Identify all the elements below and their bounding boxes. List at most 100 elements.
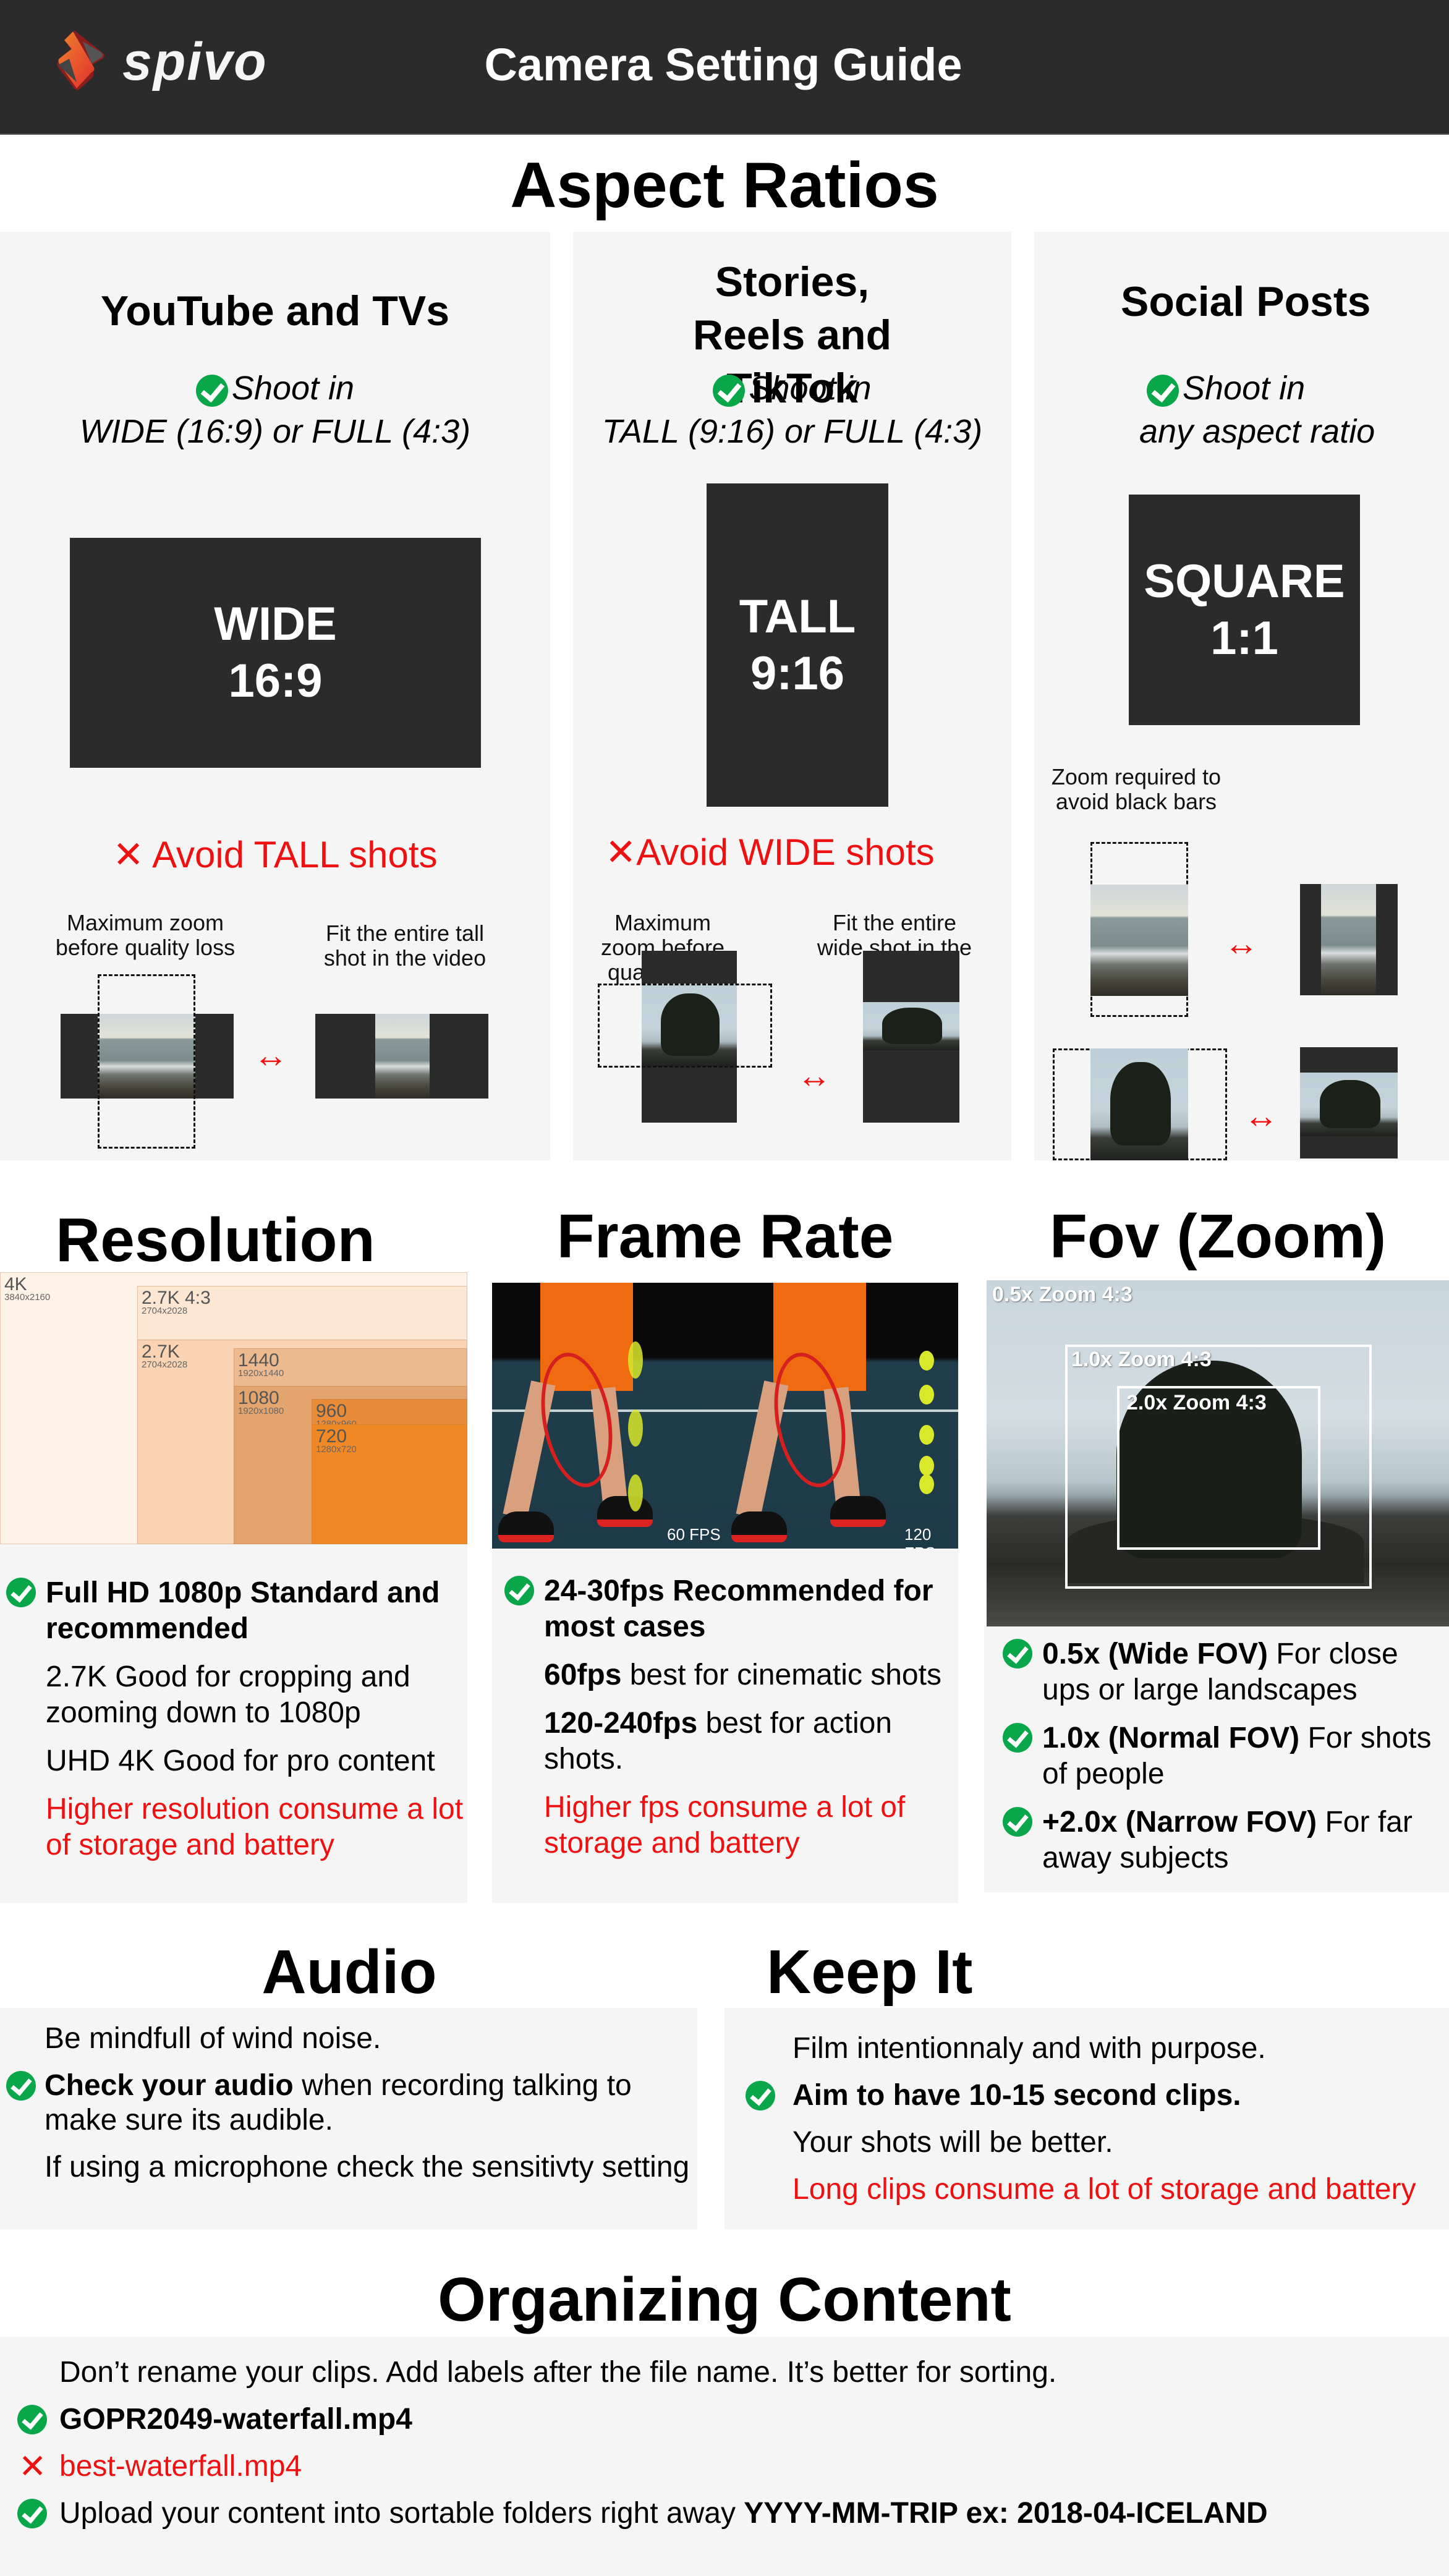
list-item: 0.5x (Wide FOV) For close ups or large l… bbox=[996, 1636, 1448, 1708]
fov-image: 0.5x Zoom 4:3 1.0x Zoom 4:3 2.0x Zoom 4:… bbox=[987, 1280, 1449, 1626]
island-photo bbox=[1300, 1073, 1398, 1136]
x-icon: ✕ bbox=[19, 2448, 47, 2485]
fps-label-120: 120 FPS bbox=[904, 1525, 936, 1549]
upload-tip: Upload your content into sortable folder… bbox=[0, 2496, 1449, 2531]
resolution-notes-panel: Full HD 1080p Standard and recommended 2… bbox=[0, 1544, 467, 1903]
check-icon bbox=[17, 2499, 47, 2528]
fov-label-1x: 1.0x Zoom 4:3 bbox=[1071, 1348, 1212, 1371]
panel-title: Social Posts bbox=[1121, 278, 1371, 325]
section-title-organizing: Organizing Content bbox=[438, 2265, 1011, 2334]
list-item: Be mindfull of wind noise. bbox=[45, 2022, 381, 2055]
fps-60-half: 60 FPS bbox=[492, 1283, 725, 1549]
list-item: UHD 4K Good for pro content bbox=[46, 1745, 435, 1777]
check-icon bbox=[6, 1578, 36, 1607]
double-arrow-icon: ↔ bbox=[253, 1035, 288, 1074]
beach-photo bbox=[1321, 884, 1376, 995]
avoid-warning: ✕ Avoid TALL shots bbox=[113, 834, 438, 875]
double-arrow-icon: ↔ bbox=[1244, 1096, 1278, 1135]
ratio-box-tall: TALL 9:16 bbox=[707, 483, 888, 807]
frame-rate-image: 60 FPS 120 FPS bbox=[492, 1283, 958, 1549]
shoe bbox=[597, 1496, 653, 1527]
organizing-intro: Don’t rename your clips. Add labels afte… bbox=[59, 2356, 1057, 2389]
shoot-in-value: TALL (9:16) or FULL (4:3) bbox=[601, 413, 983, 450]
x-icon: ✕ bbox=[605, 831, 637, 873]
island-photo bbox=[1090, 1048, 1188, 1160]
tennis-ball-blur bbox=[628, 1409, 643, 1447]
check-icon bbox=[195, 374, 228, 407]
ratio-box-wide: WIDE 16:9 bbox=[70, 538, 481, 768]
fps-label-60: 60 FPS bbox=[667, 1525, 721, 1544]
bad-filename-example: ✕ best-waterfall.mp4 bbox=[19, 2448, 302, 2485]
audio-panel: Be mindfull of wind noise. Check your au… bbox=[0, 2008, 697, 2229]
shoe bbox=[498, 1511, 554, 1542]
tennis-ball bbox=[919, 1456, 934, 1476]
section-title-frame-rate: Frame Rate bbox=[556, 1202, 894, 1271]
section-title-resolution: Resolution bbox=[56, 1205, 375, 1275]
tall-shot-outline bbox=[98, 974, 195, 1149]
shoe bbox=[731, 1511, 787, 1542]
list-item: Film intentionnaly and with purpose. bbox=[792, 2032, 1266, 2065]
list-item: 120-240fps best for action shots. bbox=[544, 1707, 892, 1775]
double-arrow-icon: ↔ bbox=[1224, 924, 1259, 963]
wide-shot-outline bbox=[598, 984, 772, 1068]
tennis-ball bbox=[919, 1474, 934, 1494]
double-arrow-icon: ↔ bbox=[797, 1056, 831, 1095]
avoid-warning: ✕Avoid WIDE shots bbox=[605, 831, 935, 873]
fps-120-half: 120 FPS bbox=[725, 1283, 958, 1549]
check-icon bbox=[6, 2071, 36, 2101]
caption-fit-entire: Fit the entire tall shot in the video bbox=[323, 920, 487, 971]
page-title: Camera Setting Guide bbox=[484, 39, 962, 90]
shoot-in-label: Shoot in bbox=[1034, 367, 1449, 410]
ratio-box-square: SQUARE 1:1 bbox=[1129, 495, 1360, 725]
fov-label-2x: 2.0x Zoom 4:3 bbox=[1126, 1391, 1267, 1414]
res-block-720: 720 1280x720 bbox=[312, 1424, 467, 1544]
organizing-panel: Don’t rename your clips. Add labels afte… bbox=[0, 2337, 1449, 2576]
fov-notes-panel: 0.5x (Wide FOV) For close ups or large l… bbox=[984, 1626, 1449, 1892]
shoot-in-label: Shoot in bbox=[0, 367, 550, 410]
organizing-list: Don’t rename your clips. Add labels afte… bbox=[0, 2355, 1449, 2543]
list-item: 24-30fps Recommended for most cases bbox=[498, 1573, 956, 1645]
list-item: Full HD 1080p Standard and recommended bbox=[0, 1575, 467, 1647]
list-item: Aim to have 10-15 second clips. bbox=[724, 2078, 1449, 2113]
list-item: 60fps best for cinematic shots bbox=[544, 1659, 941, 1691]
check-icon bbox=[746, 2081, 775, 2111]
tennis-ball bbox=[919, 1351, 934, 1371]
shoot-in-value: WIDE (16:9) or FULL (4:3) bbox=[79, 413, 471, 450]
island-photo bbox=[863, 1002, 959, 1050]
list-item: +2.0x (Narrow FOV) For far away subjects bbox=[996, 1804, 1448, 1876]
aspect-panel-youtube: YouTube and TVs Shoot in WIDE (16:9) or … bbox=[0, 232, 550, 1160]
resolution-warning: Higher resolution consume a lot of stora… bbox=[46, 1793, 464, 1861]
brand-name: spivo bbox=[122, 32, 268, 91]
section-title-audio: Audio bbox=[261, 1937, 437, 2007]
section-title-fov: Fov (Zoom) bbox=[1049, 1202, 1387, 1271]
check-icon bbox=[1003, 1639, 1032, 1668]
list-item: Check your audio when recording talking … bbox=[0, 2068, 697, 2138]
aspect-panel-stories: Stories, Reels and TikTok Shoot in TALL … bbox=[573, 232, 1011, 1160]
shoot-in-value: any aspect ratio bbox=[1139, 413, 1375, 450]
beach-photo bbox=[1090, 885, 1188, 996]
audio-list: Be mindfull of wind noise. Check your au… bbox=[0, 2021, 697, 2197]
beach-photo bbox=[375, 1014, 430, 1099]
resolution-list: Full HD 1080p Standard and recommended 2… bbox=[0, 1575, 467, 1876]
fov-list: 0.5x (Wide FOV) For close ups or large l… bbox=[996, 1636, 1448, 1889]
tennis-ball bbox=[919, 1385, 934, 1405]
resolution-chart: 4K 3840x2160 2.7K 4:3 2704x2028 2.7K 270… bbox=[0, 1272, 467, 1544]
fov-label-05x: 0.5x Zoom 4:3 bbox=[992, 1283, 1132, 1306]
tennis-ball-blur bbox=[628, 1474, 643, 1511]
aspect-panel-social: Social Posts Shoot in any aspect ratio S… bbox=[1034, 232, 1449, 1160]
keep-short-warning: Long clips consume a lot of storage and … bbox=[792, 2173, 1416, 2206]
list-item: If using a microphone check the sensitiv… bbox=[45, 2151, 690, 2183]
check-icon bbox=[17, 2405, 47, 2434]
caption-max-zoom: Maximum zoom before quality loss bbox=[55, 910, 236, 960]
check-icon bbox=[1003, 1723, 1032, 1753]
caption-zoom-required: Zoom required to avoid black bars bbox=[1051, 764, 1222, 814]
check-icon bbox=[713, 374, 746, 407]
keep-short-list: Film intentionnaly and with purpose. Aim… bbox=[724, 2031, 1449, 2219]
frame-rate-notes-panel: 24-30fps Recommended for most cases 60fp… bbox=[492, 1549, 958, 1903]
spivo-logo-icon bbox=[57, 30, 104, 90]
brand-logo[interactable]: spivo bbox=[56, 28, 291, 96]
list-item: 1.0x (Normal FOV) For shots of people bbox=[996, 1720, 1448, 1792]
section-title-aspect-ratios: Aspect Ratios bbox=[510, 150, 939, 221]
list-item: 2.7K Good for cropping and zooming down … bbox=[46, 1660, 410, 1729]
shoot-in-label: Shoot in bbox=[573, 367, 1011, 410]
